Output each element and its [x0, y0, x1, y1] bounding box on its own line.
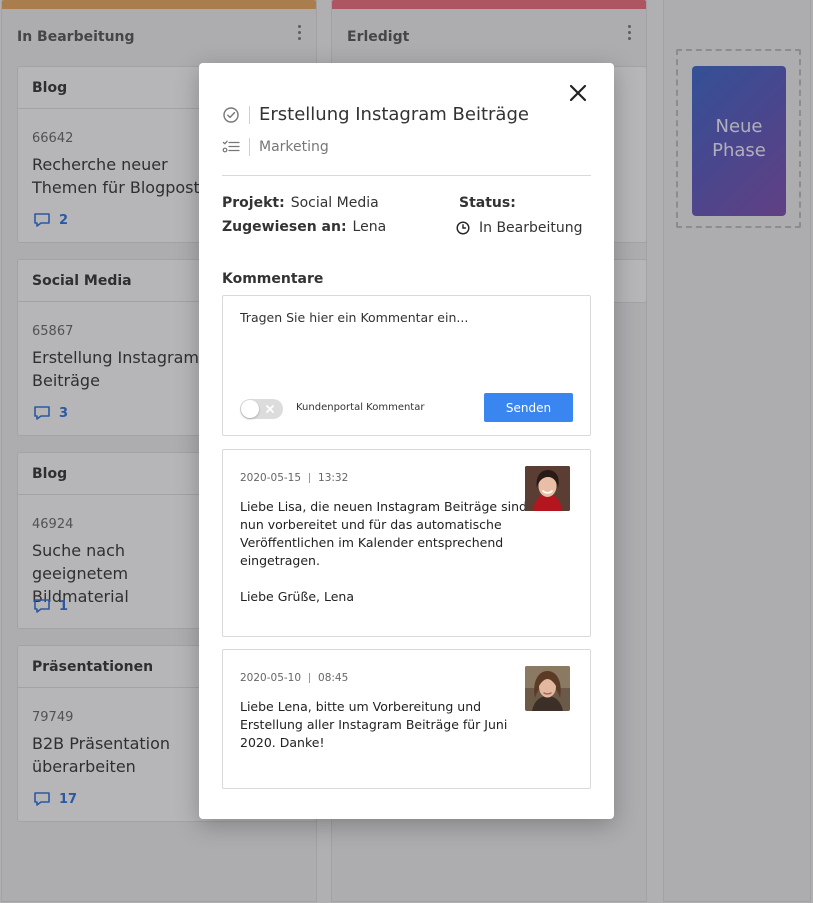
project-label: Projekt:: [222, 195, 285, 211]
checklist-icon: [222, 139, 240, 155]
comment-item: 2020-05-15 13:32 Liebe Lisa, die neuen I…: [222, 449, 591, 637]
project-value: Social Media: [290, 195, 379, 211]
comments-heading: Kommentare: [222, 271, 324, 287]
comment-meta: 2020-05-15 13:32: [240, 472, 348, 484]
status-label: Status:: [459, 195, 516, 211]
comment-date: 2020-05-15: [240, 472, 302, 484]
comment-item: 2020-05-10 08:45 Liebe Lena, bitte um Vo…: [222, 649, 591, 789]
divider: [249, 138, 250, 156]
project-info: Projekt: Social Media: [222, 195, 379, 211]
task-detail-modal: Erstellung Instagram Beiträge Marketing …: [199, 63, 614, 819]
x-icon: [266, 405, 274, 413]
comment-text: Liebe Lena, bitte um Vorbereitung und Er…: [240, 699, 508, 750]
task-category: Marketing: [259, 139, 329, 155]
comment-time: 08:45: [318, 672, 349, 684]
status-value-wrap[interactable]: In Bearbeitung: [456, 220, 583, 236]
clock-icon: [456, 221, 470, 235]
task-title: Erstellung Instagram Beiträge: [259, 104, 529, 125]
divider: [249, 105, 250, 124]
divider: [309, 673, 311, 683]
customer-portal-toggle-label: Kundenportal Kommentar: [296, 402, 425, 413]
comment-meta: 2020-05-10 08:45: [240, 672, 348, 684]
assignee-label: Zugewiesen an:: [222, 219, 347, 235]
comment-date: 2020-05-10: [240, 672, 302, 684]
comment-time: 13:32: [318, 472, 349, 484]
close-button[interactable]: [566, 81, 590, 105]
comment-composer: Kundenportal Kommentar Senden: [222, 295, 591, 436]
comment-input[interactable]: [240, 310, 570, 380]
divider: [222, 175, 591, 176]
avatar: [525, 466, 570, 511]
assignee-info: Zugewiesen an: Lena: [222, 219, 386, 235]
close-icon: [569, 84, 587, 102]
status-label-wrap: Status:: [459, 195, 522, 211]
status-value: In Bearbeitung: [479, 220, 583, 236]
divider: [309, 473, 311, 483]
task-category-row: Marketing: [222, 138, 329, 156]
assignee-value: Lena: [352, 219, 387, 235]
task-title-row: Erstellung Instagram Beiträge: [222, 104, 529, 125]
comment-text: Liebe Lisa, die neuen Instagram Beiträge…: [240, 499, 527, 604]
avatar: [525, 666, 570, 711]
toggle-knob: [241, 400, 259, 418]
check-circle-icon: [222, 106, 240, 124]
send-button[interactable]: Senden: [484, 393, 573, 422]
customer-portal-toggle[interactable]: [240, 399, 283, 419]
